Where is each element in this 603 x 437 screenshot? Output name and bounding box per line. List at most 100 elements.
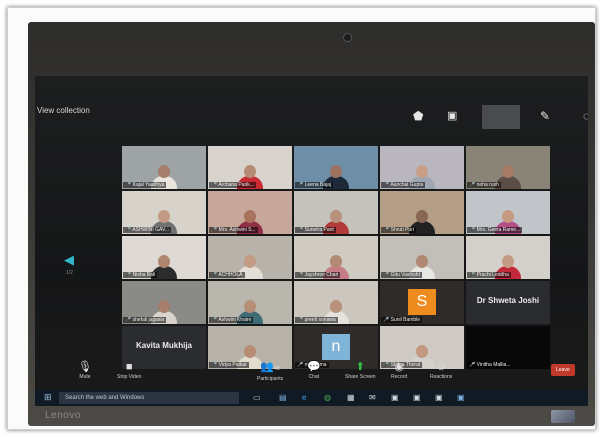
participants-count: 40 xyxy=(274,366,280,372)
reactions-icon: ☺ xyxy=(435,361,447,373)
laptop-brand-logo: Lenovo xyxy=(45,410,81,421)
webcam xyxy=(343,33,352,42)
participant-name-label: 🎤 Gitu Vashisht xyxy=(381,272,422,278)
share-screen-label: Share Screen xyxy=(345,374,376,380)
participant-video-tile[interactable]: 🎤 shefali jagasia xyxy=(122,281,206,324)
participant-name-label: 🎤 ACHHOLA xyxy=(209,272,245,278)
participant-name-label: 🎤 neha rush xyxy=(467,182,501,188)
participant-video-tile[interactable]: Dr Shweta Joshi xyxy=(466,281,550,324)
participant-name-label: 🎤 Sunetra Pant xyxy=(295,227,336,233)
participant-head xyxy=(244,345,256,358)
participant-name-label: 🎤 Aanchal Gupta xyxy=(381,182,426,188)
record-label: Record xyxy=(391,374,408,380)
participant-name-label: 🎤 Sunil Bamble xyxy=(381,317,423,323)
app-icon[interactable]: ▣ xyxy=(391,393,399,402)
participant-name-label: 🎤 Mrs. Ashwini S... xyxy=(209,227,258,233)
store-icon[interactable]: ▦ xyxy=(347,393,355,402)
participant-video-tile[interactable]: 🎤 Prachi Leddha xyxy=(466,236,550,279)
participant-video-tile[interactable]: 🎤 Leena Bajaj xyxy=(294,146,378,189)
share-screen-button[interactable]: ⬆ Share Screen xyxy=(345,360,376,380)
participant-video-tile[interactable]: 🎤 Mrs. Ashwini S... xyxy=(208,191,292,234)
previous-page-arrow-icon[interactable]: ◀ xyxy=(64,252,74,268)
participants-label: Participants xyxy=(257,376,284,382)
participant-head xyxy=(416,255,428,268)
participant-name-label: 🎤 Jayshree Chari xyxy=(295,272,341,278)
participant-video-tile[interactable]: 🎤 Gitu Vashisht xyxy=(380,236,464,279)
participant-head xyxy=(330,165,342,178)
mail-icon[interactable]: ✉ xyxy=(369,393,376,402)
self-view-tile xyxy=(482,105,520,129)
participant-head xyxy=(158,210,170,223)
participant-name-label: 🎤 Shruti Puri xyxy=(381,227,416,233)
participant-head xyxy=(244,165,256,178)
zoom-app-icon[interactable]: ▣ xyxy=(457,393,465,402)
participant-name-label: 🎤 Archana Parik... xyxy=(209,182,256,188)
edge-browser-icon[interactable]: e xyxy=(302,393,306,402)
participant-video-tile[interactable]: 🎤 Nisha Bali xyxy=(122,236,206,279)
participant-head xyxy=(158,300,170,313)
microphone-icon: 🎙 xyxy=(78,361,92,373)
chat-button[interactable]: 💬 Chat xyxy=(307,360,321,380)
participant-name-display: Kavita Mukhija xyxy=(135,341,192,350)
participant-video-tile[interactable]: 🎤 Mrs. Geeta Rame... xyxy=(466,191,550,234)
windows-taskbar: ⊞ Search the web and Windows ▭ ▤ e ◍ ▦ ✉… xyxy=(35,390,588,406)
folder-icon[interactable]: ▤ xyxy=(279,393,287,402)
video-camera-icon: ■ xyxy=(125,361,133,373)
participant-head xyxy=(330,300,342,313)
participant-head xyxy=(330,255,342,268)
record-icon: ◉ xyxy=(394,361,404,373)
participant-video-tile[interactable]: 🎤 ASHWINI GAV... xyxy=(122,191,206,234)
participant-name-label: 🎤 shefali jagasia xyxy=(123,317,167,323)
participant-video-tile[interactable]: 🎤 Kajal Yaadhya xyxy=(122,146,206,189)
participant-name-label: 🎤 preeti sonawa xyxy=(295,317,338,323)
participant-video-tile[interactable]: 🎤 Jayshree Chari xyxy=(294,236,378,279)
participant-video-tile[interactable]: 🎤 ACHHOLA xyxy=(208,236,292,279)
participant-name-label: 🎤 Ashwini Khaire xyxy=(209,317,254,323)
participant-video-tile[interactable]: 🎤 Sunetra Pant xyxy=(294,191,378,234)
chat-label: Chat xyxy=(308,374,320,380)
participant-video-tile[interactable]: S 🎤 Sunil Bamble xyxy=(380,281,464,324)
stop-video-button[interactable]: ■ Stop Video xyxy=(117,360,141,380)
participants-button[interactable]: 👥40 Participants xyxy=(257,360,283,382)
participant-head xyxy=(158,165,170,178)
circle-icon[interactable]: ◌ xyxy=(583,109,588,123)
app-icon[interactable]: ▣ xyxy=(413,393,421,402)
participant-video-tile[interactable]: 🎤 Aanchal Gupta xyxy=(380,146,464,189)
screen-icon[interactable]: ▣ xyxy=(447,109,457,122)
participant-head xyxy=(502,255,514,268)
meeting-toolbar: 🎙 Mute ■ Stop Video 👥40 Participants 💬 Chat … xyxy=(35,360,588,388)
participant-head xyxy=(244,210,256,223)
laptop-bezel: View collection ⬟ ▣ ✎ ◌ ◀ 1/2 🎤 Kajal Ya… xyxy=(28,22,595,426)
participant-head xyxy=(502,210,514,223)
shield-icon[interactable]: ⬟ xyxy=(413,109,423,123)
participant-video-tile[interactable]: 🎤 neha rush xyxy=(466,146,550,189)
participant-video-tile[interactable]: 🎤 Ashwini Khaire xyxy=(208,281,292,324)
participant-name-label: 🎤 Nisha Bali xyxy=(123,272,158,278)
participant-video-tile[interactable]: 🎤 preeti sonawa xyxy=(294,281,378,324)
page-indicator: 1/2 xyxy=(66,270,73,276)
mute-button[interactable]: 🎙 Mute xyxy=(78,360,92,380)
laptop-sticker xyxy=(551,410,575,423)
photo-frame: View collection ⬟ ▣ ✎ ◌ ◀ 1/2 🎤 Kajal Ya… xyxy=(7,7,596,430)
record-button[interactable]: ◉ Record xyxy=(391,360,407,380)
participant-name-label: 🎤 Leena Bajaj xyxy=(295,182,334,188)
participant-head xyxy=(502,165,514,178)
view-collection-label[interactable]: View collection xyxy=(37,106,90,115)
participant-head xyxy=(330,210,342,223)
windows-start-icon[interactable]: ⊞ xyxy=(44,392,52,403)
taskbar-search-box[interactable]: Search the web and Windows xyxy=(59,392,239,404)
participant-head xyxy=(158,255,170,268)
participant-name-label: 🎤 Mrs. Geeta Rame... xyxy=(467,227,523,233)
participant-video-tile[interactable]: 🎤 Shruti Puri xyxy=(380,191,464,234)
stop-video-label: Stop Video xyxy=(117,374,142,380)
reactions-label: Reactions xyxy=(430,374,453,380)
pen-icon[interactable]: ✎ xyxy=(540,109,550,123)
leave-button[interactable]: Leave xyxy=(551,364,575,376)
participant-video-tile[interactable]: 🎤 Archana Parik... xyxy=(208,146,292,189)
task-view-icon[interactable]: ▭ xyxy=(253,393,261,402)
app-icon[interactable]: ▣ xyxy=(435,393,443,402)
participant-name-display: Dr Shweta Joshi xyxy=(476,296,540,305)
participant-head xyxy=(244,255,256,268)
chrome-icon[interactable]: ◍ xyxy=(324,393,331,402)
reactions-button[interactable]: ☺ Reactions xyxy=(430,360,452,380)
